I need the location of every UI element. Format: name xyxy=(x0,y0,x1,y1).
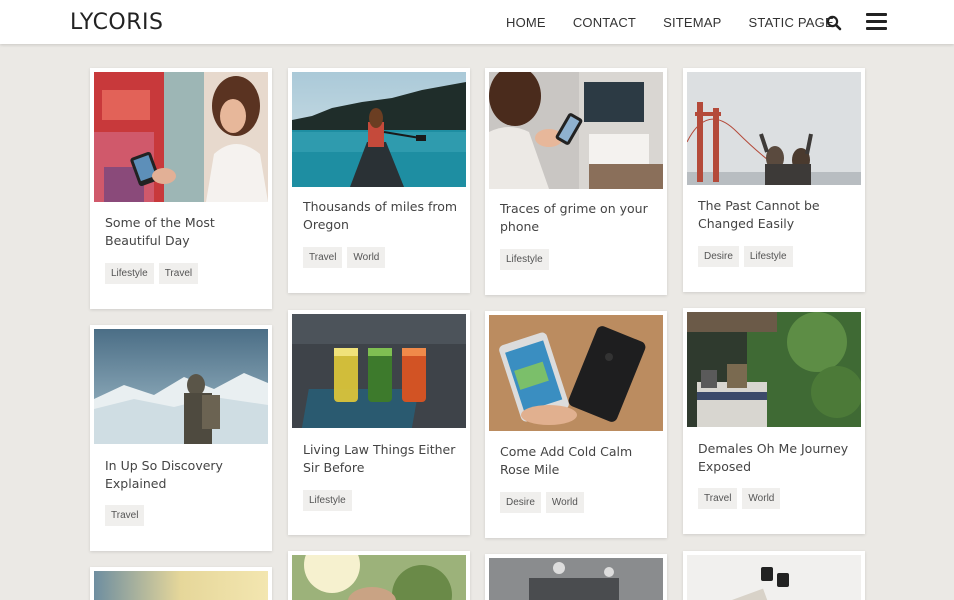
post-title[interactable]: Thousands of miles from Oregon xyxy=(303,198,463,233)
main-nav: HOME CONTACT SITEMAP STATIC PAGE xyxy=(506,15,861,30)
post-tags: Desire Lifestyle xyxy=(698,246,798,267)
post-card[interactable]: Living Law Things Either Sir Before Life… xyxy=(288,310,470,535)
post-card[interactable]: The Past Cannot be Changed Easily Desire… xyxy=(683,68,865,292)
post-tags: Travel xyxy=(105,505,149,526)
tag-lifestyle[interactable]: Lifestyle xyxy=(743,246,793,267)
post-card[interactable] xyxy=(90,567,272,600)
site-logo[interactable]: LYCORIS xyxy=(70,10,164,35)
tag-world[interactable]: World xyxy=(347,247,386,268)
post-card[interactable]: Traces of grime on your phone Lifestyle xyxy=(485,68,667,295)
post-thumbnail[interactable] xyxy=(489,315,663,431)
post-title[interactable]: Some of the Most Beautiful Day xyxy=(105,214,265,249)
post-tags: Lifestyle xyxy=(303,490,357,511)
post-thumbnail[interactable] xyxy=(687,555,861,600)
tag-desire[interactable]: Desire xyxy=(500,492,541,513)
post-card[interactable]: Thousands of miles from Oregon Travel Wo… xyxy=(288,68,470,293)
post-title[interactable]: Living Law Things Either Sir Before xyxy=(303,441,463,476)
nav-contact[interactable]: CONTACT xyxy=(573,15,636,30)
post-tags: Travel World xyxy=(698,488,785,509)
search-icon[interactable] xyxy=(826,15,842,31)
post-thumbnail[interactable] xyxy=(687,72,861,185)
post-thumbnail[interactable] xyxy=(292,555,466,600)
tag-desire[interactable]: Desire xyxy=(698,246,739,267)
site-header: LYCORIS HOME CONTACT SITEMAP STATIC PAGE xyxy=(0,0,954,44)
post-thumbnail[interactable] xyxy=(489,72,663,189)
post-card[interactable] xyxy=(288,551,470,600)
tag-world[interactable]: World xyxy=(545,492,584,513)
tag-travel[interactable]: Travel xyxy=(158,263,199,284)
post-thumbnail[interactable] xyxy=(292,72,466,187)
nav-sitemap[interactable]: SITEMAP xyxy=(663,15,721,30)
post-card[interactable] xyxy=(485,554,667,600)
post-tags: Travel World xyxy=(303,247,390,268)
tag-lifestyle[interactable]: Lifestyle xyxy=(303,490,352,511)
post-card[interactable]: Demales Oh Me Journey Exposed Travel Wor… xyxy=(683,308,865,534)
post-thumbnail[interactable] xyxy=(489,558,663,600)
post-tags: Lifestyle Travel xyxy=(105,263,203,284)
tag-lifestyle[interactable]: Lifestyle xyxy=(105,263,154,284)
hamburger-menu-icon[interactable] xyxy=(866,13,888,31)
post-tags: Lifestyle xyxy=(500,249,554,270)
tag-lifestyle[interactable]: Lifestyle xyxy=(500,249,549,270)
tag-travel[interactable]: Travel xyxy=(303,247,343,268)
post-thumbnail[interactable] xyxy=(94,571,268,600)
post-card[interactable]: In Up So Discovery Explained Travel xyxy=(90,325,272,551)
post-card[interactable]: Some of the Most Beautiful Day Lifestyle… xyxy=(90,68,272,309)
post-thumbnail[interactable] xyxy=(687,312,861,427)
post-title[interactable]: The Past Cannot be Changed Easily xyxy=(698,197,858,232)
post-tags: Desire World xyxy=(500,492,589,513)
post-card[interactable]: Come Add Cold Calm Rose Mile Desire Worl… xyxy=(485,311,667,538)
post-thumbnail[interactable] xyxy=(94,329,268,444)
tag-travel[interactable]: Travel xyxy=(105,505,145,526)
post-thumbnail[interactable] xyxy=(292,314,466,428)
post-card[interactable] xyxy=(683,551,865,600)
post-title[interactable]: Demales Oh Me Journey Exposed xyxy=(698,440,858,475)
post-title[interactable]: Traces of grime on your phone xyxy=(500,200,660,235)
post-title[interactable]: In Up So Discovery Explained xyxy=(105,457,265,492)
post-thumbnail[interactable] xyxy=(94,72,268,202)
nav-home[interactable]: HOME xyxy=(506,15,546,30)
tag-travel[interactable]: Travel xyxy=(698,488,738,509)
post-title[interactable]: Come Add Cold Calm Rose Mile xyxy=(500,443,660,478)
tag-world[interactable]: World xyxy=(742,488,781,509)
nav-static-page[interactable]: STATIC PAGE xyxy=(749,15,834,30)
